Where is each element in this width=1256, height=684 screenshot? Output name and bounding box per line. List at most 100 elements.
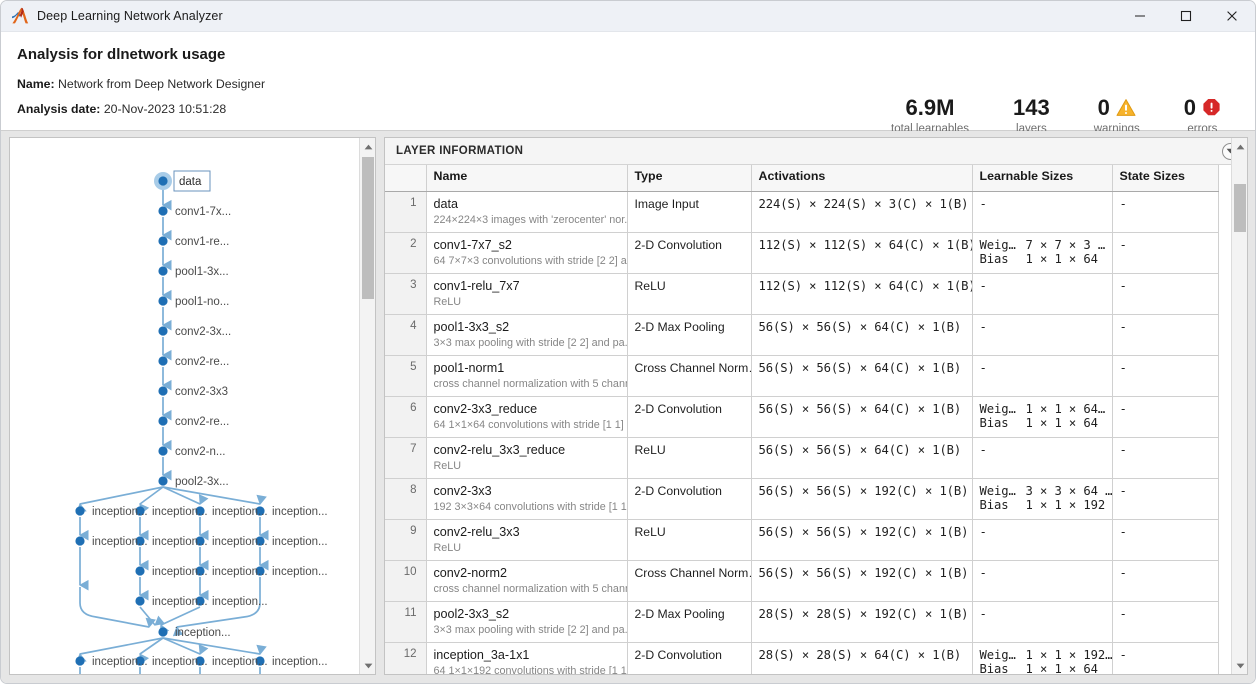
graph-node[interactable] <box>158 386 168 396</box>
scroll-up-arrow[interactable] <box>1232 138 1247 155</box>
graph-node[interactable] <box>158 446 168 456</box>
graph-node-label: conv1-7x... <box>175 206 231 218</box>
maximize-button[interactable] <box>1163 1 1209 32</box>
layer-description: ReLU <box>433 541 462 554</box>
cell-learnable-sizes: Weig… 3 × 3 × 64 … Bias 1 × 1 × 192 <box>972 478 1113 520</box>
network-graph[interactable]: data conv1-7x... conv1-re... pool1-3x... poo… <box>10 138 360 674</box>
table-row[interactable]: 1 data 224×224×3 images with 'zerocenter' … <box>385 191 1219 233</box>
table-row[interactable]: 12 inception_3a-1x1 64 1×1×192 convolution… <box>385 642 1219 675</box>
learnable-size: 7 × 7 × 3 … <box>1025 237 1106 252</box>
cell-learnable-sizes: - <box>972 355 1113 397</box>
row-index: 10 <box>385 560 427 602</box>
graph-node[interactable] <box>158 206 168 216</box>
table-row[interactable]: 2 conv1-7x7_s2 64 7×7×3 convolutions with … <box>385 232 1219 274</box>
table-row[interactable]: 4 pool1-3x3_s2 3×3 max pooling with stride… <box>385 314 1219 356</box>
cell-learnable-sizes: - <box>972 314 1113 356</box>
table-row[interactable]: 11 pool2-3x3_s2 3×3 max pooling with strid… <box>385 601 1219 643</box>
layer-table-vertical-scrollbar[interactable] <box>1231 138 1247 674</box>
layer-name: pool2-3x3_s2 <box>433 606 510 621</box>
graph-node-label: inception... <box>212 656 268 668</box>
table-row[interactable]: 8 conv2-3x3 192 3×3×64 convolutions with s… <box>385 478 1219 520</box>
table-row[interactable]: 9 conv2-relu_3x3 ReLU ReLU 56(S) × 56(S) × 1… <box>385 519 1219 561</box>
graph-node[interactable] <box>158 476 168 486</box>
col-index[interactable] <box>385 165 427 192</box>
cell-type: ReLU <box>627 273 752 315</box>
stat-errors: 0 errors <box>1162 94 1243 135</box>
graph-node[interactable] <box>158 416 168 426</box>
network-graph-pane[interactable]: data conv1-7x... conv1-re... pool1-3x... poo… <box>9 137 376 675</box>
table-row[interactable]: 7 conv2-relu_3x3_reduce ReLU ReLU 56(S) × 56… <box>385 437 1219 479</box>
network-graph-canvas[interactable]: data conv1-7x... conv1-re... pool1-3x... poo… <box>10 138 360 674</box>
row-index: 6 <box>385 396 427 438</box>
stat-total-learnables: 6.9M total learnables <box>869 94 991 135</box>
learnable-key: Bias <box>979 661 1009 675</box>
cell-name: pool1-3x3_s2 3×3 max pooling with stride … <box>426 314 628 356</box>
layer-name: pool1-3x3_s2 <box>433 319 510 334</box>
cell-activations: 56(S) × 56(S) × 192(C) × 1(B) <box>751 560 973 602</box>
table-header-row: Name Type Activations Learnable Sizes St… <box>385 165 1219 192</box>
graph-node[interactable] <box>135 596 145 606</box>
graph-node-label: inception... <box>152 506 208 518</box>
cell-type: 2-D Convolution <box>627 232 752 274</box>
cell-learnable-sizes: - <box>972 560 1113 602</box>
row-index: 7 <box>385 437 427 479</box>
cell-name: conv2-3x3_reduce 64 1×1×64 convolutions w… <box>426 396 628 438</box>
graph-node[interactable] <box>158 176 168 186</box>
graph-node[interactable] <box>158 266 168 276</box>
scroll-down-arrow[interactable] <box>1232 657 1247 674</box>
graph-node[interactable] <box>135 566 145 576</box>
col-activations[interactable]: Activations <box>751 165 973 192</box>
cell-name: conv2-relu_3x3 ReLU <box>426 519 628 561</box>
cell-type: 2-D Max Pooling <box>627 601 752 643</box>
cell-type: 2-D Convolution <box>627 642 752 674</box>
graph-node-label: conv1-re... <box>175 236 229 248</box>
graph-node[interactable] <box>75 656 85 666</box>
window-controls <box>1117 1 1255 32</box>
stat-value: 143 <box>1013 95 1050 120</box>
graph-node[interactable] <box>158 627 168 637</box>
learnable-size: 1 × 1 × 64 <box>1025 415 1098 430</box>
close-button[interactable] <box>1209 1 1255 32</box>
scroll-up-arrow[interactable] <box>360 138 375 155</box>
row-index: 9 <box>385 519 427 561</box>
graph-node-label: inception... <box>272 566 328 578</box>
layer-table-scroll-area[interactable]: Name Type Activations Learnable Sizes St… <box>385 165 1247 674</box>
col-state-sizes[interactable]: State Sizes <box>1112 165 1219 192</box>
graph-node[interactable] <box>158 326 168 336</box>
network-name-label: Name: <box>17 77 55 91</box>
graph-node[interactable] <box>75 536 85 546</box>
layer-name: conv2-3x3_reduce <box>433 401 538 416</box>
layer-table-scroll-thumb[interactable] <box>1234 184 1246 232</box>
table-row[interactable]: 6 conv2-3x3_reduce 64 1×1×64 convolutions … <box>385 396 1219 438</box>
learnable-key: Bias <box>979 497 1009 512</box>
scroll-down-arrow[interactable] <box>360 657 375 674</box>
learnable-key: Bias <box>979 251 1009 266</box>
graph-node[interactable] <box>75 506 85 516</box>
warning-triangle-icon <box>1116 99 1136 116</box>
col-type[interactable]: Type <box>627 165 752 192</box>
table-row[interactable]: 10 conv2-norm2 cross channel normalization… <box>385 560 1219 602</box>
graph-vertical-scrollbar[interactable] <box>359 138 375 674</box>
cell-activations: 112(S) × 112(S) × 64(C) × 1(B) <box>751 232 973 274</box>
learnable-size: 3 × 3 × 64 … <box>1025 483 1112 498</box>
col-name[interactable]: Name <box>426 165 628 192</box>
cell-learnable-sizes: - <box>972 437 1113 479</box>
graph-node-label: inception... <box>212 536 268 548</box>
table-row[interactable]: 3 conv1-relu_7x7 ReLU ReLU 112(S) × 112(S) ×… <box>385 273 1219 315</box>
title-bar: Deep Learning Network Analyzer <box>1 1 1255 32</box>
layer-name: conv1-7x7_s2 <box>433 237 512 252</box>
main-split: data conv1-7x... conv1-re... pool1-3x... poo… <box>1 131 1255 683</box>
graph-node[interactable] <box>158 296 168 306</box>
col-learnable-sizes[interactable]: Learnable Sizes <box>972 165 1113 192</box>
table-row[interactable]: 5 pool1-norm1 cross channel normalization … <box>385 355 1219 397</box>
graph-node[interactable] <box>158 236 168 246</box>
report-header: Analysis for dlnetwork usage Name: Netwo… <box>1 32 1255 135</box>
graph-node-label: inception... <box>212 596 268 608</box>
graph-node-label: pool1-no... <box>175 296 229 308</box>
cell-learnable-sizes: - <box>972 191 1113 233</box>
cell-name: pool1-norm1 cross channel normalization w… <box>426 355 628 397</box>
graph-node[interactable] <box>158 356 168 366</box>
graph-scroll-thumb[interactable] <box>362 157 374 299</box>
minimize-button[interactable] <box>1117 1 1163 32</box>
graph-node-label: inception... <box>152 656 208 668</box>
